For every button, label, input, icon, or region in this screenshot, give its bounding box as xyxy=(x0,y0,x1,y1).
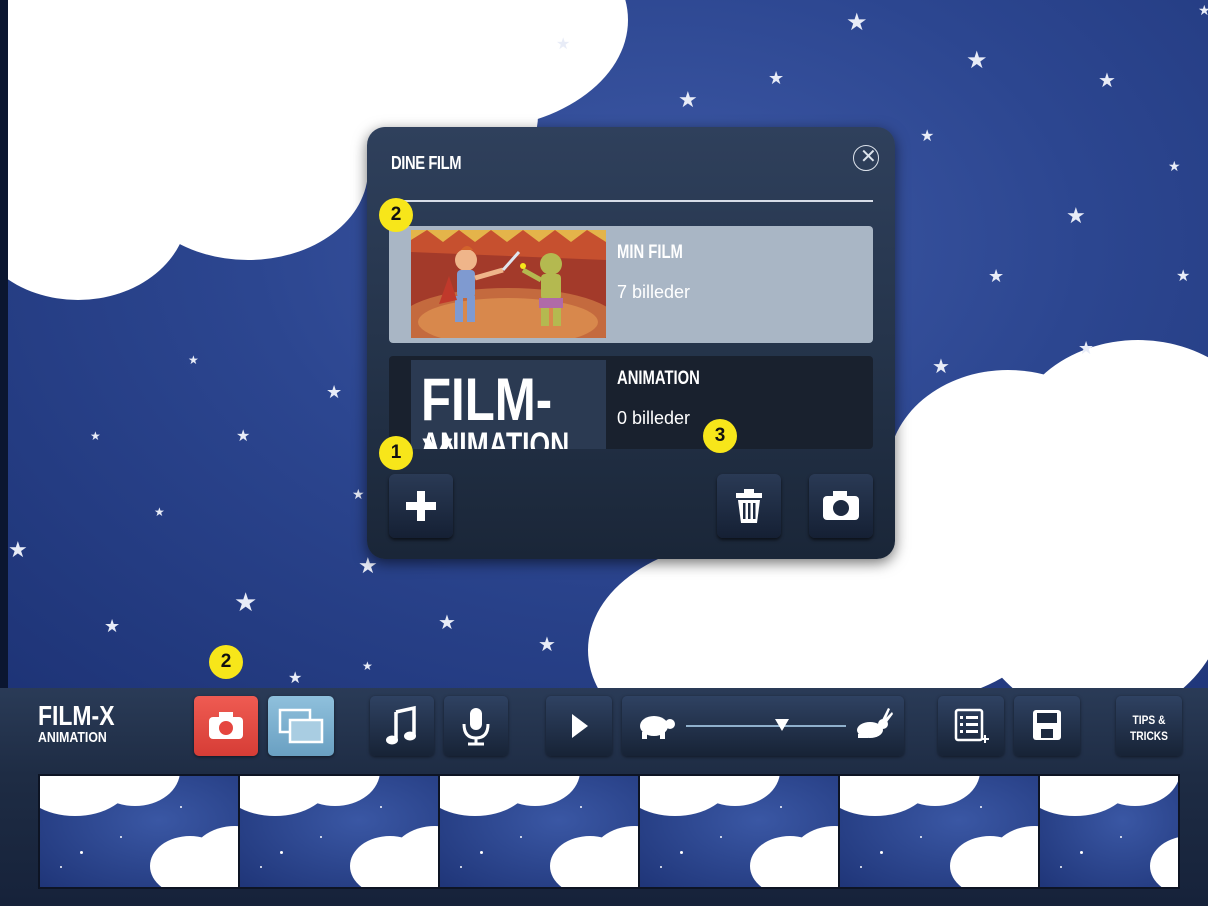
film-frame-count: 7 billeder xyxy=(617,282,691,302)
close-button[interactable]: ✕ xyxy=(853,144,879,171)
film-list-button[interactable] xyxy=(938,696,1004,756)
film-item-min-film[interactable]: MIN FILM 7 billeder xyxy=(389,226,873,343)
timeline-frame[interactable] xyxy=(240,776,438,887)
play-button[interactable] xyxy=(546,696,612,756)
bottom-toolbar: FILM-X ANIMATION TIPS & TRICKS xyxy=(0,688,1208,906)
onion-skin-icon xyxy=(278,708,324,744)
save-button[interactable] xyxy=(1014,696,1080,756)
playback-speed-control[interactable] xyxy=(622,696,904,756)
dialog-divider xyxy=(389,200,873,202)
speed-slider-thumb[interactable] xyxy=(775,719,789,731)
turtle-icon xyxy=(640,716,675,739)
tutorial-marker-1: 1 xyxy=(379,436,413,470)
onion-skin-button[interactable] xyxy=(268,696,334,756)
film-frame-count: 0 billeder xyxy=(617,408,691,428)
tips-and-tricks-button[interactable]: TIPS & TRICKS xyxy=(1116,696,1182,756)
open-camera-button[interactable] xyxy=(809,474,873,538)
dialog-title: DINE FILM xyxy=(391,153,462,173)
timeline-frame[interactable] xyxy=(40,776,238,887)
trash-icon xyxy=(736,489,762,523)
timeline-frame[interactable] xyxy=(1040,776,1178,887)
logo-subtitle: ANIMATION xyxy=(38,729,107,746)
timeline-frame[interactable] xyxy=(640,776,838,887)
play-icon xyxy=(572,714,588,738)
film-thumbnail-circus xyxy=(411,230,606,338)
list-add-icon xyxy=(954,708,989,743)
rabbit-icon xyxy=(857,708,893,738)
film-name: ANIMATION xyxy=(617,368,700,389)
plus-icon xyxy=(406,491,436,521)
tutorial-marker-3: 3 xyxy=(703,419,737,453)
tips-label-line1: TIPS & xyxy=(1132,713,1166,727)
floppy-disk-icon xyxy=(1033,710,1061,740)
record-voice-button[interactable] xyxy=(444,696,508,756)
app-logo: FILM-X ANIMATION xyxy=(38,700,131,746)
close-icon: ✕ xyxy=(860,144,877,168)
film-thumbnail-logo: FILM-X ANIMATION xyxy=(411,360,606,449)
frame-timeline xyxy=(38,774,1180,889)
logo-title: FILM-X xyxy=(38,700,115,731)
microphone-icon xyxy=(462,708,490,746)
tips-label-line2: TRICKS xyxy=(1130,729,1168,743)
add-film-button[interactable] xyxy=(389,474,453,538)
timeline-frame[interactable] xyxy=(840,776,1038,887)
films-dialog: DINE FILM ✕ MIN FILM 7 billeder FILM- AN… xyxy=(367,127,895,559)
timeline-frame[interactable] xyxy=(440,776,638,887)
film-name: MIN FILM xyxy=(617,242,683,263)
thumb-logo-subtitle: ANIMATION xyxy=(421,426,570,449)
camera-mode-button[interactable] xyxy=(194,696,258,756)
film-item-animation[interactable]: FILM-X ANIMATION ANIMATION 0 billeder xyxy=(389,356,873,449)
tutorial-marker-2-bottom: 2 xyxy=(209,645,243,679)
tutorial-marker-2-top: 2 xyxy=(379,198,413,232)
music-note-icon xyxy=(386,705,416,745)
camera-icon xyxy=(823,491,859,520)
delete-film-button[interactable] xyxy=(717,474,781,538)
music-button[interactable] xyxy=(370,696,434,756)
speed-slider-track[interactable] xyxy=(686,725,846,727)
camera-icon xyxy=(209,712,243,739)
